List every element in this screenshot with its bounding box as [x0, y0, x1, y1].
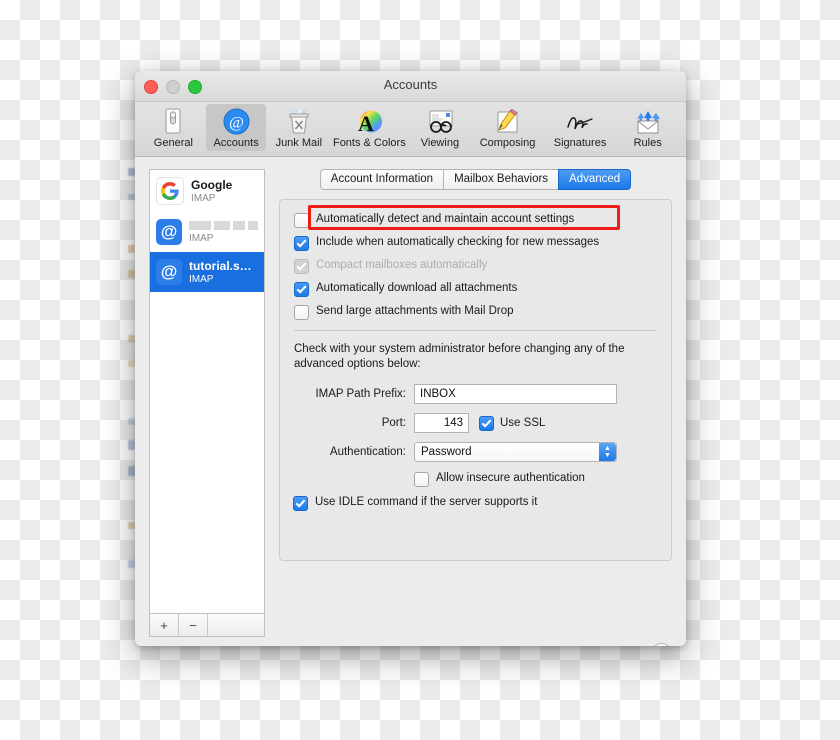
checkbox-row-download-attachments[interactable]: Automatically download all attachments — [294, 281, 657, 297]
svg-text:A: A — [358, 111, 374, 135]
window-titlebar: Accounts — [135, 71, 686, 102]
checkbox-label: Send large attachments with Mail Drop — [316, 305, 514, 317]
allow-insecure-checkbox[interactable] — [414, 472, 429, 487]
preferences-body: Google IMAP @ IMAP @ tutorial.ser... IMA… — [135, 157, 686, 637]
at-sign-icon: @ — [156, 259, 182, 285]
checkbox-label: Use IDLE command if the server supports … — [315, 496, 538, 508]
toolbar-item-composing[interactable]: Composing — [472, 104, 543, 151]
compact-mailboxes-checkbox — [294, 259, 309, 274]
port-label: Port: — [381, 417, 406, 429]
advanced-settings-panel: Automatically detect and maintain accoun… — [279, 199, 672, 561]
add-account-button[interactable]: + — [150, 614, 179, 636]
remove-account-button[interactable]: − — [179, 614, 208, 636]
checkbox-row-use-idle[interactable]: Use IDLE command if the server supports … — [293, 495, 657, 511]
account-protocol: IMAP — [191, 193, 216, 204]
toolbar-item-label: Fonts & Colors — [332, 137, 406, 149]
accounts-list-toolbar: + − — [149, 614, 265, 637]
svg-text:@: @ — [229, 114, 244, 131]
composing-pencil-icon — [495, 107, 521, 135]
use-idle-checkbox[interactable] — [293, 496, 308, 511]
imap-path-prefix-input[interactable] — [414, 384, 617, 404]
authentication-select-wrap[interactable]: Password ▲ ▼ — [414, 442, 617, 462]
chevron-updown-icon: ▲ ▼ — [599, 443, 616, 461]
redacted-account-name — [189, 220, 258, 230]
include-auto-check-checkbox[interactable] — [294, 236, 309, 251]
authentication-row: Authentication: Password ▲ ▼ — [294, 442, 657, 462]
account-name: Google — [191, 178, 233, 192]
checkbox-row-auto-detect[interactable]: Automatically detect and maintain accoun… — [294, 212, 657, 228]
use-ssl-label: Use SSL — [500, 417, 546, 429]
account-text: IMAP — [189, 220, 258, 244]
account-row-google[interactable]: Google IMAP — [150, 170, 264, 212]
account-tabs: Account Information Mailbox Behaviors Ad… — [279, 169, 672, 190]
panel-divider — [294, 330, 657, 331]
accounts-preferences-window: Accounts General @ Accounts Junk Mail A … — [135, 71, 686, 646]
preferences-toolbar: General @ Accounts Junk Mail A Fonts & C… — [135, 102, 686, 157]
checkbox-label: Automatically download all attachments — [316, 282, 518, 294]
checkbox-label: Automatically detect and maintain accoun… — [316, 213, 575, 225]
imap-path-prefix-row: IMAP Path Prefix: — [294, 384, 657, 404]
authentication-label: Authentication: — [329, 446, 406, 458]
screenshot-canvas: Accounts General @ Accounts Junk Mail A … — [0, 0, 840, 740]
rules-envelope-icon — [634, 107, 662, 135]
list-toolbar-filler — [208, 614, 264, 636]
fonts-colors-icon: A — [356, 107, 383, 135]
port-input[interactable] — [414, 413, 469, 433]
checkbox-row-compact-mailboxes: Compact mailboxes automatically — [294, 258, 657, 274]
accounts-at-icon: @ — [223, 107, 250, 135]
port-row: Port: Use SSL — [294, 413, 657, 433]
admin-note: Check with your system administrator bef… — [294, 343, 625, 370]
window-footer: ? — [135, 637, 686, 646]
accounts-sidebar: Google IMAP @ IMAP @ tutorial.ser... IMA… — [149, 169, 265, 637]
toolbar-item-label: Junk Mail — [275, 137, 323, 149]
toolbar-item-label: Rules — [633, 137, 662, 149]
download-attachments-checkbox[interactable] — [294, 282, 309, 297]
checkbox-row-mail-drop[interactable]: Send large attachments with Mail Drop — [294, 304, 657, 320]
toolbar-item-label: Viewing — [420, 137, 460, 149]
junk-mail-trash-icon — [286, 107, 312, 135]
toolbar-item-signatures[interactable]: Signatures — [545, 104, 616, 151]
account-protocol: IMAP — [189, 232, 214, 244]
auto-detect-checkbox[interactable] — [294, 213, 309, 228]
tab-account-information[interactable]: Account Information — [319, 169, 445, 190]
signatures-icon — [564, 107, 596, 135]
toolbar-item-label: Accounts — [213, 137, 259, 149]
checkbox-label: Include when automatically checking for … — [316, 236, 600, 248]
use-ssl-checkbox[interactable] — [479, 416, 494, 431]
tab-mailbox-behaviors[interactable]: Mailbox Behaviors — [443, 169, 560, 190]
checkbox-label: Compact mailboxes automatically — [316, 259, 488, 271]
help-button[interactable]: ? — [651, 643, 672, 646]
toolbar-item-junk-mail[interactable]: Junk Mail — [268, 104, 329, 151]
toolbar-item-label: Composing — [479, 137, 536, 149]
accounts-list[interactable]: Google IMAP @ IMAP @ tutorial.ser... IMA… — [149, 169, 265, 614]
toolbar-item-label: General — [153, 137, 193, 149]
viewing-glasses-icon — [425, 107, 455, 135]
authentication-select[interactable]: Password — [414, 442, 617, 462]
checkbox-label: Allow insecure authentication — [436, 472, 585, 484]
account-row-tutorial-server[interactable]: @ tutorial.ser... IMAP — [150, 252, 264, 292]
at-sign-icon: @ — [156, 219, 182, 245]
toolbar-item-fonts-colors[interactable]: A Fonts & Colors — [331, 104, 407, 151]
account-row-redacted[interactable]: @ IMAP — [150, 212, 264, 252]
use-ssl-row[interactable]: Use SSL — [479, 415, 545, 431]
toolbar-item-general[interactable]: General — [143, 104, 204, 151]
toolbar-item-accounts[interactable]: @ Accounts — [205, 104, 267, 151]
imap-path-prefix-label: IMAP Path Prefix: — [315, 388, 406, 400]
background-artifact — [128, 150, 135, 600]
checkbox-row-allow-insecure[interactable]: Allow insecure authentication — [414, 471, 657, 487]
google-logo-icon — [156, 177, 184, 205]
toolbar-item-rules[interactable]: Rules — [617, 104, 678, 151]
toolbar-item-label: Signatures — [553, 137, 607, 149]
checkbox-row-include-auto-check[interactable]: Include when automatically checking for … — [294, 235, 657, 251]
general-icon — [161, 107, 185, 135]
account-detail-pane: Account Information Mailbox Behaviors Ad… — [279, 169, 672, 637]
mail-drop-checkbox[interactable] — [294, 305, 309, 320]
window-title: Accounts — [383, 77, 438, 92]
tab-advanced[interactable]: Advanced — [558, 169, 632, 190]
account-text: tutorial.ser... IMAP — [189, 259, 258, 285]
account-text: Google IMAP — [191, 178, 232, 204]
account-protocol: IMAP — [189, 274, 214, 285]
toolbar-item-viewing[interactable]: Viewing — [410, 104, 471, 151]
account-name: tutorial.ser... — [189, 259, 258, 273]
